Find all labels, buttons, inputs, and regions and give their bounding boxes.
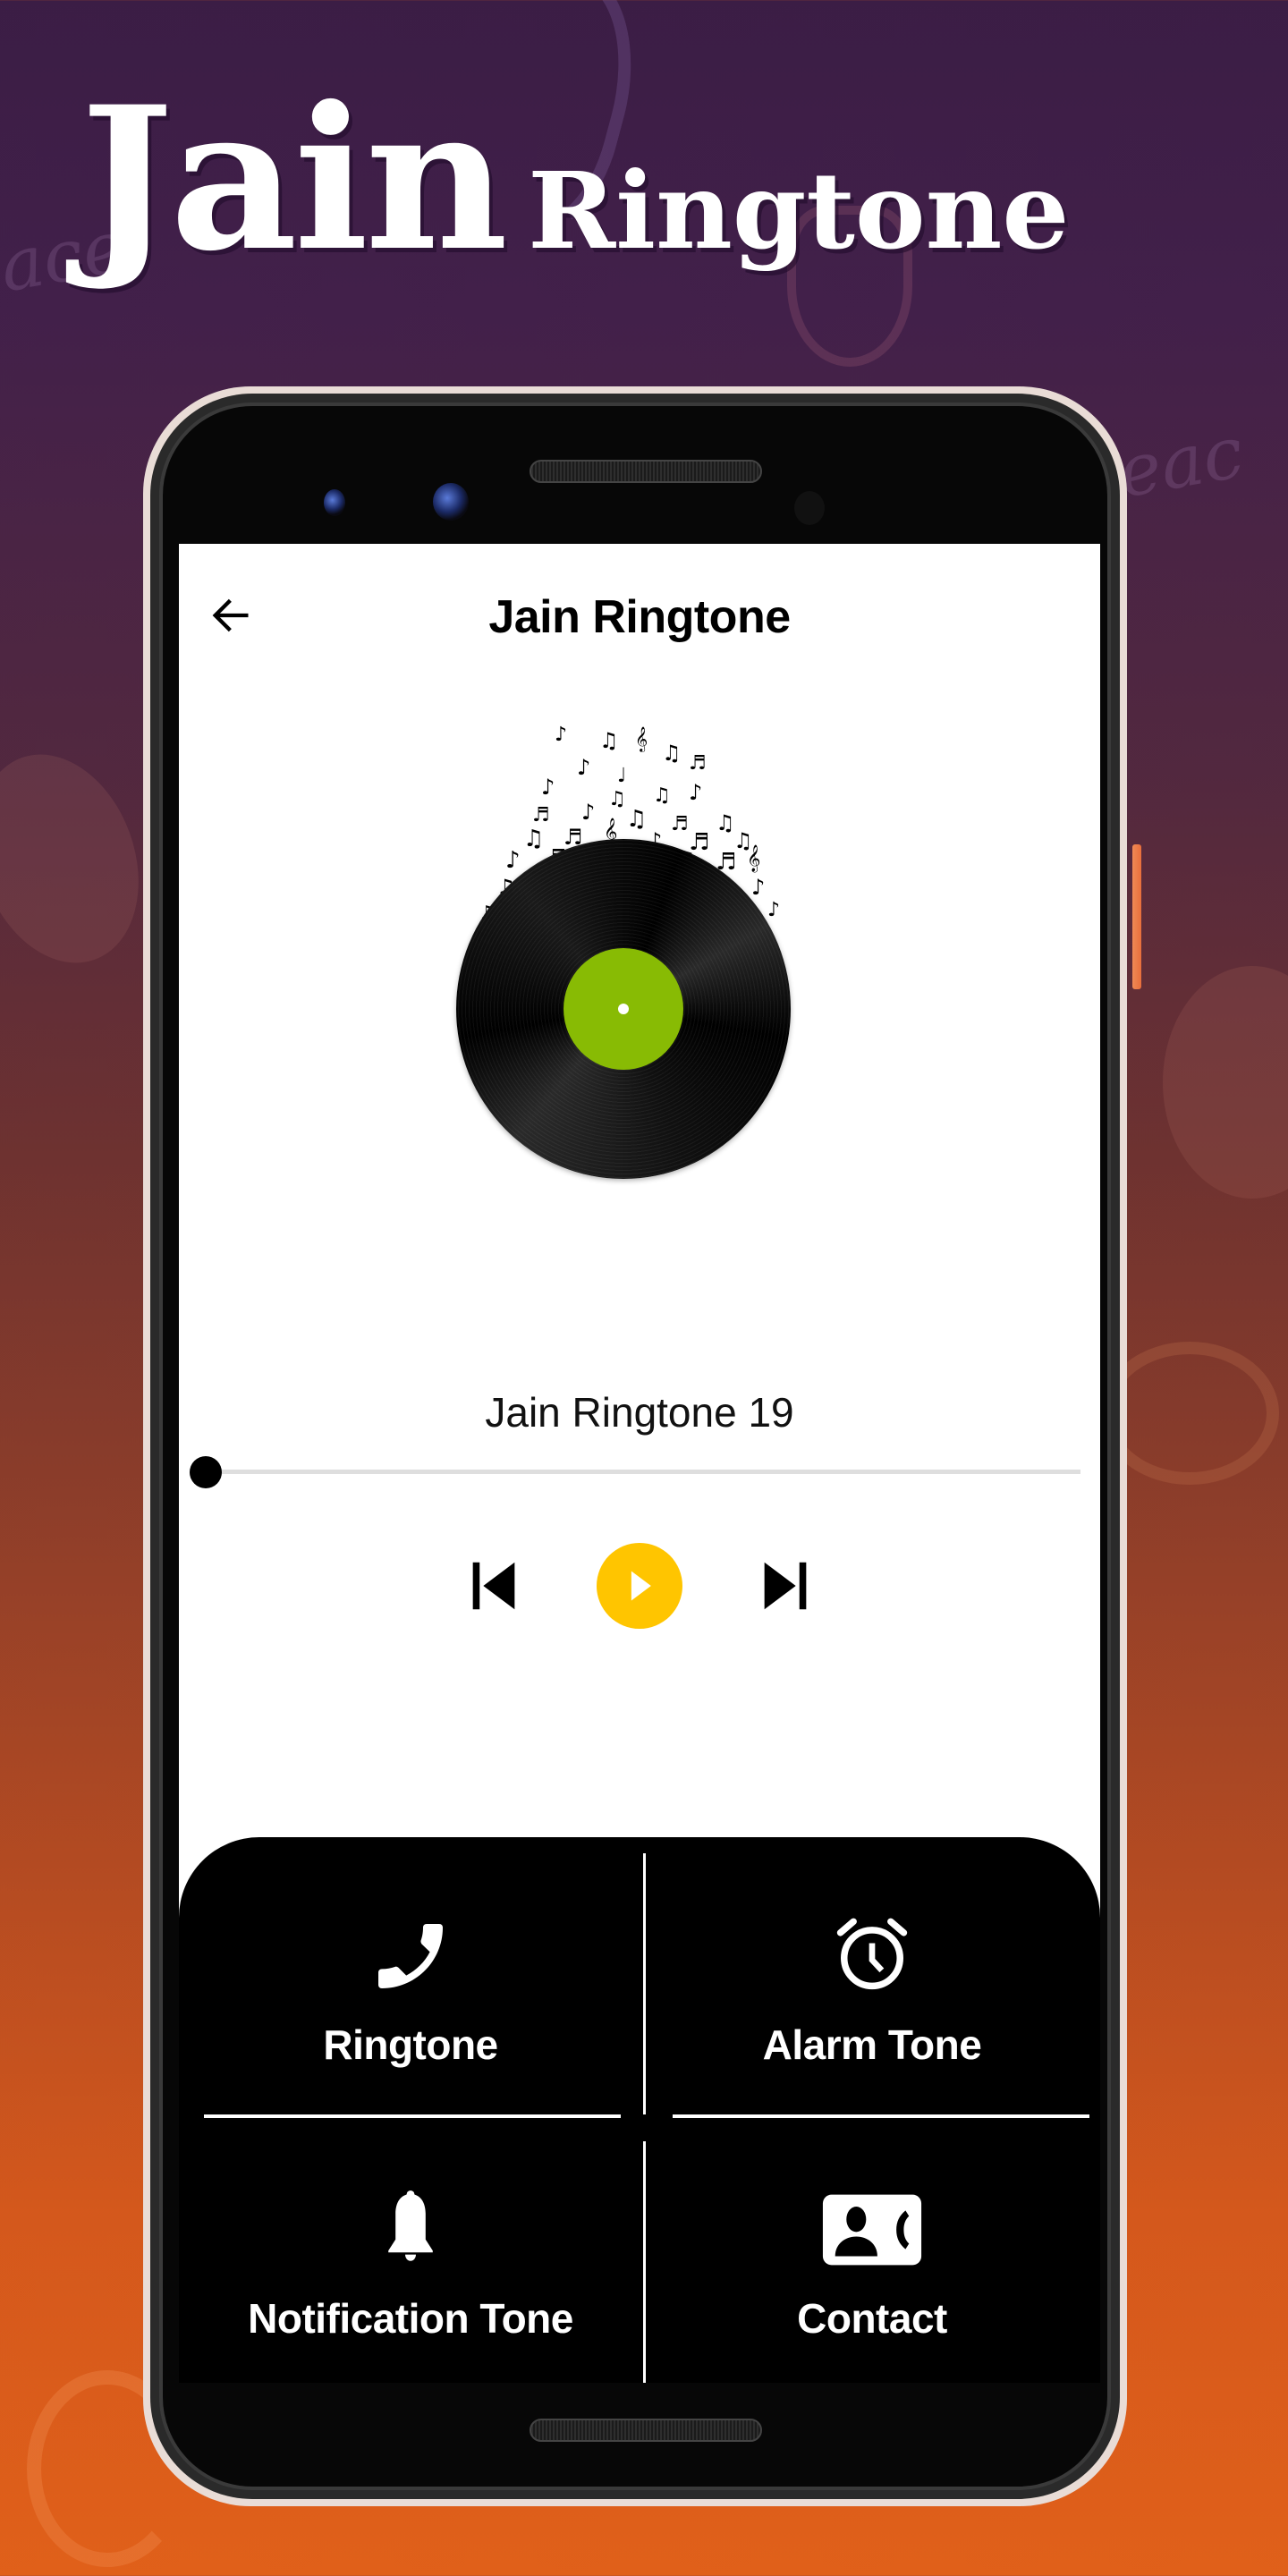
phone-side-button [1132,844,1141,989]
app-title: Jain Ringtone [488,591,791,643]
promo-title-word-2: Ringtone [528,148,1070,273]
svg-text:♪: ♪ [751,875,765,900]
background-drum-decoration [0,732,166,986]
phone-frame: Jain Ringtone ♪ ♫ 𝄞 ♫ ♬ ♪ ♩ ♪ ♫ ♫ ♪ ♬ ♪ … [150,394,1120,2499]
action-label: Ringtone [323,2021,498,2068]
svg-text:♪: ♪ [555,724,567,746]
phone-icon [378,1924,443,1988]
promo-title-word-1: Jain [80,63,508,294]
set-alarm-tone-button[interactable]: Alarm Tone [644,1855,1100,2114]
svg-text:♩: ♩ [617,765,626,787]
bell-icon [388,2190,433,2261]
background-horn-decoration [1100,1342,1279,1485]
app-screen: Jain Ringtone ♪ ♫ 𝄞 ♫ ♬ ♪ ♩ ♪ ♫ ♫ ♪ ♬ ♪ … [179,544,1100,2383]
track-name: Jain Ringtone 19 [485,1389,794,1436]
contact-phone-icon [822,2194,922,2266]
svg-text:♫: ♫ [653,784,671,807]
svg-text:♫: ♫ [716,810,735,835]
action-label: Notification Tone [248,2295,573,2342]
album-artwork: ♪ ♫ 𝄞 ♫ ♬ ♪ ♩ ♪ ♫ ♫ ♪ ♬ ♪ ♫ ♬ ♫ ♫ ♬ 𝄞 ♪ … [447,705,823,1206]
seek-bar[interactable] [190,1454,1080,1490]
front-camera-icon [324,489,345,516]
app-bar: Jain Ringtone [179,544,1100,687]
play-icon [631,1571,651,1601]
set-ringtone-button[interactable]: Ringtone [179,1855,642,2114]
front-camera-icon [433,483,469,521]
phone-mockup: Jain Ringtone ♪ ♫ 𝄞 ♫ ♬ ♪ ♩ ♪ ♫ ♫ ♪ ♬ ♪ … [143,386,1127,2506]
svg-text:♬: ♬ [671,813,689,835]
set-notification-tone-button[interactable]: Notification Tone [179,2129,642,2383]
action-label: Contact [797,2295,947,2342]
divider [673,2114,1089,2118]
set-contact-ringtone-button[interactable]: Contact [644,2129,1100,2383]
vinyl-record-icon [456,839,791,1179]
svg-text:𝄞: 𝄞 [635,726,648,752]
seek-thumb[interactable] [190,1456,222,1488]
bottom-speaker [530,2419,762,2442]
set-as-panel: Ringtone Alarm Tone Notification Tone Co… [179,1837,1100,2383]
earpiece-speaker [530,460,762,483]
seek-track [190,1470,1080,1474]
svg-text:♫: ♫ [523,826,544,852]
svg-text:♫: ♫ [599,728,619,753]
proximity-sensor [794,491,825,525]
skip-next-icon [764,1562,807,1610]
promo-title: Jain Ringtone [80,63,1069,294]
background-drum-decoration [1163,966,1288,1199]
play-button[interactable] [597,1543,682,1629]
svg-text:♪: ♪ [581,800,595,825]
svg-text:♫: ♫ [608,788,626,810]
svg-text:♪: ♪ [577,755,590,780]
svg-text:♬: ♬ [689,752,707,775]
svg-text:♪: ♪ [767,899,780,921]
svg-text:𝄞: 𝄞 [747,844,760,873]
action-label: Alarm Tone [762,2021,982,2068]
phone-bezel: Jain Ringtone ♪ ♫ 𝄞 ♫ ♬ ♪ ♩ ♪ ♫ ♫ ♪ ♬ ♪ … [159,402,1111,2490]
svg-text:♫: ♫ [626,806,647,833]
previous-button[interactable] [453,1546,534,1626]
playback-controls [179,1537,1100,1635]
svg-text:♪: ♪ [541,775,555,800]
svg-text:♪: ♪ [689,780,702,805]
skip-previous-icon [472,1562,515,1610]
alarm-clock-icon [836,1918,908,1990]
vinyl-spindle-hole [618,1004,629,1014]
background-peace-text-decoration: eac [1111,410,1250,514]
svg-text:♪: ♪ [505,847,521,874]
divider [204,2114,621,2118]
next-button[interactable] [745,1546,826,1626]
svg-text:♫: ♫ [662,741,682,766]
svg-text:♬: ♬ [532,804,550,826]
